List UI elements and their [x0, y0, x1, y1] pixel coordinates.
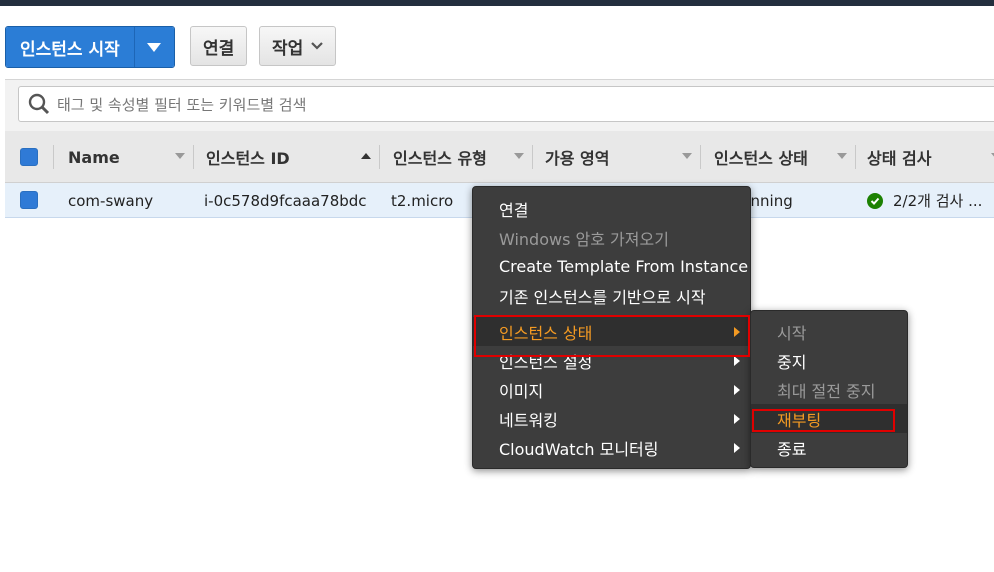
select-all-checkbox[interactable]	[20, 148, 38, 166]
search-placeholder: 태그 및 속성별 필터 또는 키워드별 검색	[57, 95, 307, 114]
menu-item-connect[interactable]: 연결	[473, 194, 750, 223]
actions-button-label: 작업	[272, 38, 304, 59]
column-header-instance-type[interactable]: 인스턴스 유형	[393, 131, 487, 183]
launch-options-dropdown-button[interactable]	[133, 27, 174, 67]
sort-icon[interactable]	[175, 153, 185, 159]
column-divider	[53, 145, 54, 169]
connect-button[interactable]: 연결	[190, 26, 248, 66]
highlight-instance-state	[474, 315, 750, 357]
table-header: Name 인스턴스 ID 인스턴스 유형 가용 영역 인스턴스 상태 상태 검사	[5, 131, 994, 183]
submenu-arrow-icon	[734, 356, 740, 366]
check-circle-icon	[867, 192, 883, 209]
instance-type: t2.micro	[391, 191, 454, 210]
column-header-instance-id[interactable]: 인스턴스 ID	[206, 131, 290, 183]
menu-item-cloudwatch-monitoring[interactable]: CloudWatch 모니터링	[473, 433, 750, 462]
menu-item-label: 이미지	[499, 381, 544, 401]
menu-item-label: 연결	[499, 200, 529, 220]
submenu-arrow-icon	[734, 385, 740, 395]
submenu-item-start: 시작	[751, 317, 907, 346]
submenu-item-terminate[interactable]: 종료	[751, 433, 907, 462]
chevron-down-icon	[147, 42, 162, 52]
sort-icon[interactable]	[837, 153, 847, 159]
sort-icon[interactable]	[682, 153, 692, 159]
menu-item-networking[interactable]: 네트워킹	[473, 404, 750, 433]
column-divider	[532, 145, 533, 169]
column-divider	[700, 145, 701, 169]
launch-instance-button-group: 인스턴스 시작	[5, 26, 175, 68]
status-checks-text: 2/2개 검사 ...	[893, 192, 983, 210]
menu-item-label: 종료	[777, 439, 807, 459]
connect-button-label: 연결	[203, 38, 235, 59]
menu-item-create-template[interactable]: Create Template From Instance	[473, 252, 750, 281]
menu-item-label: 시작	[777, 323, 807, 343]
menu-item-label: CloudWatch 모니터링	[499, 439, 659, 459]
column-header-name[interactable]: Name	[68, 131, 120, 183]
actions-button[interactable]: 작업	[259, 26, 337, 66]
instance-name: com-swany	[68, 191, 154, 210]
submenu-item-hibernate: 최대 절전 중지	[751, 375, 907, 404]
submenu-item-stop[interactable]: 중지	[751, 346, 907, 375]
search-input[interactable]: 태그 및 속성별 필터 또는 키워드별 검색	[18, 86, 994, 122]
sort-icon[interactable]	[514, 153, 524, 159]
highlight-reboot	[752, 409, 895, 432]
column-divider	[193, 145, 194, 169]
submenu-arrow-icon	[734, 443, 740, 453]
menu-item-image[interactable]: 이미지	[473, 375, 750, 404]
search-icon	[27, 92, 51, 116]
menu-item-label: Windows 암호 가져오기	[499, 229, 669, 249]
column-divider	[379, 145, 380, 169]
column-header-status-checks[interactable]: 상태 검사	[867, 131, 931, 183]
menu-item-label: Create Template From Instance	[499, 257, 749, 276]
submenu-arrow-icon	[734, 414, 740, 424]
instance-state-submenu: 시작 중지 최대 절전 중지 재부팅 종료	[750, 310, 908, 468]
chevron-down-icon	[311, 42, 324, 50]
row-checkbox[interactable]	[20, 191, 38, 209]
top-navigation-bar	[0, 0, 994, 6]
menu-item-launch-more-like-this[interactable]: 기존 인스턴스를 기반으로 시작	[473, 281, 750, 310]
sort-ascending-icon[interactable]	[361, 153, 371, 159]
menu-item-label: 중지	[777, 352, 807, 372]
menu-item-get-windows-password: Windows 암호 가져오기	[473, 223, 750, 252]
search-strip: 태그 및 속성별 필터 또는 키워드별 검색	[5, 79, 994, 132]
menu-item-label: 기존 인스턴스를 기반으로 시작	[499, 287, 706, 307]
menu-item-label: 최대 절전 중지	[777, 381, 876, 401]
column-header-instance-state[interactable]: 인스턴스 상태	[714, 131, 808, 183]
menu-item-label: 네트워킹	[499, 410, 558, 430]
column-header-availability-zone[interactable]: 가용 영역	[545, 131, 609, 183]
column-divider	[855, 145, 856, 169]
launch-instance-button[interactable]: 인스턴스 시작	[6, 27, 134, 67]
instance-id: i-0c578d9fcaaa78bdc	[204, 191, 367, 210]
status-checks-cell: 2/2개 검사 ...	[867, 183, 982, 218]
